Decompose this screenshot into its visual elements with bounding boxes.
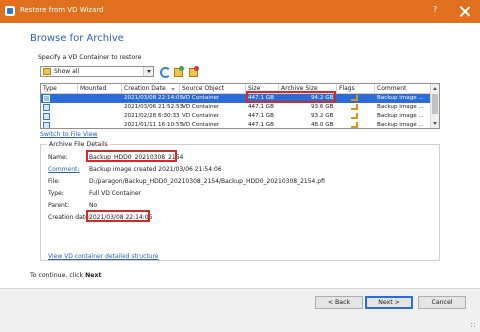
- group-title: Archive File Details: [47, 141, 110, 148]
- continue-hint: To continue, click Next: [30, 272, 101, 279]
- scroll-down-icon[interactable]: [433, 122, 437, 125]
- cell-archive-size: 93.2 GB: [311, 113, 334, 119]
- resize-grip-icon[interactable]: [470, 322, 477, 329]
- close-icon[interactable]: [457, 4, 473, 19]
- cell-comment: Backup image ...: [377, 113, 424, 119]
- cell-source: VD Container: [182, 104, 220, 110]
- table-row[interactable]: 2021/02/28 6:30:33 VD Container 447.1 GB…: [41, 112, 431, 121]
- footer-bar: [0, 288, 480, 332]
- column-comment[interactable]: Comment: [375, 84, 431, 94]
- type-label: Type:: [48, 190, 64, 197]
- comment-value: Backup image created 2021/03/06 21:54:06: [89, 166, 222, 173]
- cell-size: 447.1 GB: [248, 104, 274, 110]
- column-type[interactable]: Type: [41, 84, 78, 94]
- cancel-button[interactable]: Cancel: [418, 296, 466, 309]
- wizard-window: Restore from VD Wizard ? Browse for Arch…: [0, 0, 480, 332]
- remove-archive-icon[interactable]: [189, 66, 200, 77]
- archive-icon: [43, 113, 50, 120]
- creation-date-highlight-box: [86, 210, 150, 222]
- cell-creation-date: 2021/03/08 22:14:05: [124, 95, 184, 101]
- cell-comment: Backup image ...: [377, 104, 424, 110]
- cell-comment: Backup image ...: [377, 95, 424, 101]
- flag-icon: [351, 122, 358, 128]
- table-scrollbar[interactable]: [430, 84, 439, 128]
- creation-date-label: Creation date:: [48, 214, 91, 221]
- archive-icon: [43, 95, 50, 102]
- archive-icon: [43, 104, 50, 111]
- cell-source: VD Container: [182, 113, 220, 119]
- flag-icon: [351, 104, 358, 110]
- cell-size: 447.1 GB: [248, 122, 274, 128]
- cell-comment: Backup image ...: [377, 122, 424, 128]
- app-icon: [5, 6, 15, 16]
- column-mounted[interactable]: Mounted: [78, 84, 122, 94]
- comment-link[interactable]: Comment:: [48, 166, 79, 173]
- switch-to-file-view-link[interactable]: Switch to File View: [40, 131, 98, 138]
- parent-value: No: [89, 202, 98, 209]
- add-archive-icon[interactable]: [174, 66, 185, 77]
- cell-source: VD Container: [182, 122, 220, 128]
- cell-creation-date: 2021/02/28 6:30:33: [124, 113, 180, 119]
- table-row[interactable]: 2021/03/08 22:14:05 VD Container 447.1 G…: [41, 94, 431, 103]
- file-label: File:: [48, 178, 61, 185]
- archive-icon: [43, 122, 50, 128]
- continue-next-word: Next: [85, 272, 102, 279]
- parent-label: Parent:: [48, 202, 70, 209]
- sort-arrow-icon: [171, 88, 175, 91]
- continue-text: To continue, click: [30, 272, 86, 279]
- scroll-thumb[interactable]: [432, 94, 438, 114]
- size-highlight-box: [246, 91, 336, 103]
- title-bar[interactable]: Restore from VD Wizard ?: [0, 0, 480, 23]
- name-highlight-box: [86, 150, 177, 162]
- view-structure-link[interactable]: View VD container detailed structure: [48, 253, 159, 260]
- cell-creation-date: 2021/03/06 21:52:53: [124, 104, 184, 110]
- cell-archive-size: 48.0 GB: [311, 122, 334, 128]
- cell-archive-size: 93.6 GB: [311, 104, 334, 110]
- folder-icon: [43, 68, 51, 75]
- column-source-object[interactable]: Source Object: [180, 84, 246, 94]
- window-title: Restore from VD Wizard: [20, 6, 104, 14]
- refresh-icon[interactable]: [159, 66, 171, 78]
- flag-icon: [351, 95, 358, 101]
- back-button[interactable]: < Back: [315, 296, 363, 309]
- cell-creation-date: 2021/01/11 16:10:55: [124, 122, 184, 128]
- help-button[interactable]: ?: [433, 5, 437, 14]
- specify-label: Specify a VD Container to restore: [38, 54, 142, 61]
- file-value: D:/paragon/Backup_HDD0_20210308_2154/Bac…: [89, 178, 325, 185]
- filter-dropdown[interactable]: Show all: [40, 66, 154, 77]
- table-header: Type Mounted Creation Date Source Object…: [41, 84, 431, 94]
- type-value: Full VD Container: [89, 190, 142, 197]
- column-creation-date-label: Creation Date: [124, 85, 166, 92]
- cell-size: 447.1 GB: [248, 113, 274, 119]
- cell-source: VD Container: [182, 95, 220, 101]
- page-title: Browse for Archive: [30, 33, 124, 44]
- table-row[interactable]: 2021/03/06 21:52:53 VD Container 447.1 G…: [41, 103, 431, 112]
- column-flags[interactable]: Flags: [337, 84, 375, 94]
- chevron-down-icon[interactable]: [143, 67, 153, 76]
- table-row[interactable]: 2021/01/11 16:10:55 VD Container 447.1 G…: [41, 121, 431, 128]
- next-button[interactable]: Next >: [365, 296, 413, 309]
- name-label: Name:: [48, 154, 68, 161]
- flag-icon: [351, 113, 358, 119]
- archive-table[interactable]: Type Mounted Creation Date Source Object…: [40, 83, 440, 129]
- filter-value: Show all: [54, 68, 80, 75]
- scroll-up-icon[interactable]: [433, 87, 437, 90]
- column-creation-date[interactable]: Creation Date: [122, 84, 180, 94]
